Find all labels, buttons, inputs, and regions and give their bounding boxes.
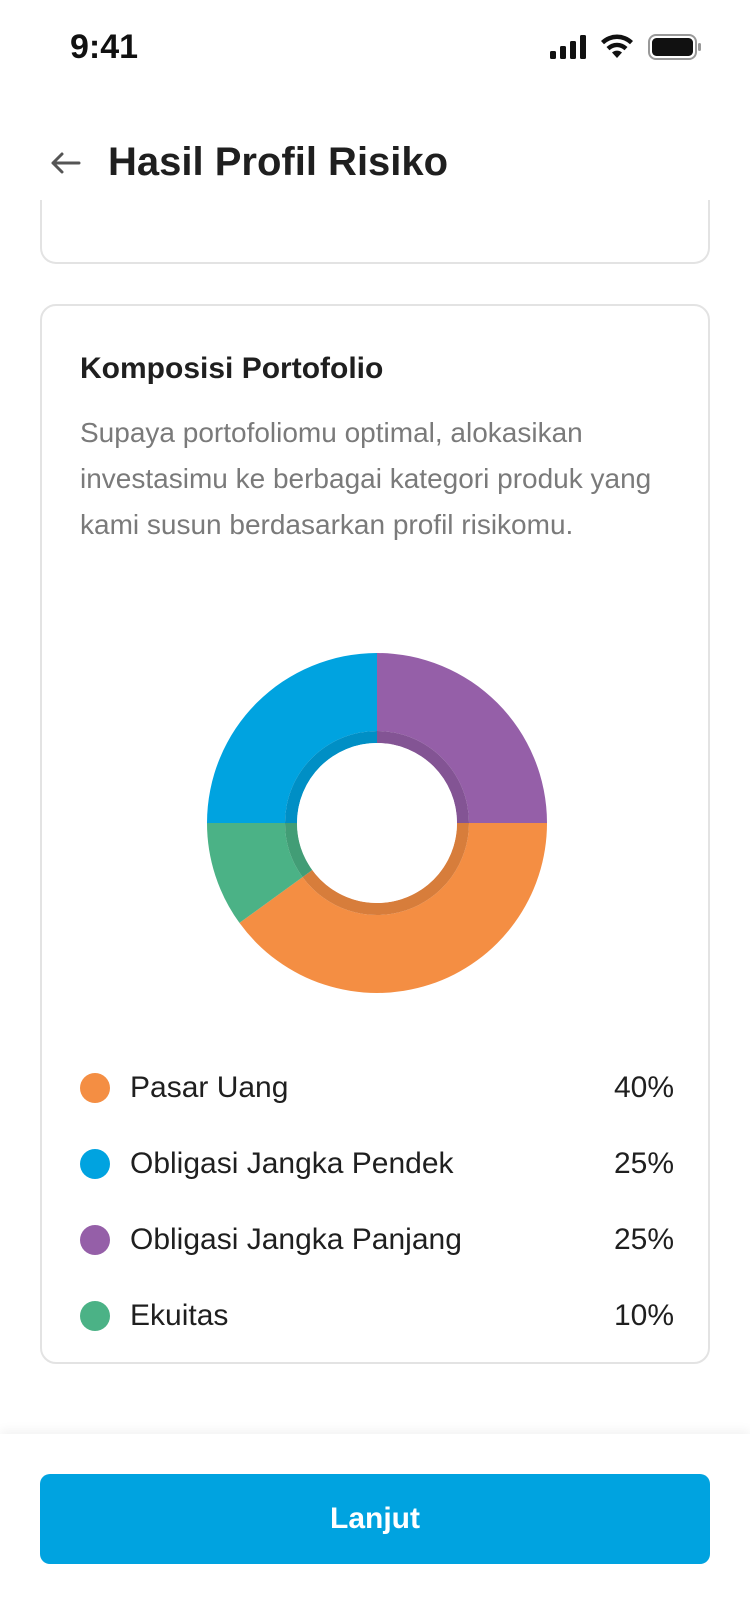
legend-item: Pasar Uang 40% <box>80 1050 674 1126</box>
page-title: Hasil Profil Risiko <box>108 140 449 184</box>
arrow-left-icon <box>49 151 81 180</box>
legend-label: Obligasi Jangka Panjang <box>130 1223 462 1256</box>
bottom-bar: Lanjut <box>0 1434 750 1624</box>
legend-label: Ekuitas <box>130 1299 229 1332</box>
back-button[interactable] <box>40 140 90 190</box>
legend-value: 25% <box>613 1223 674 1256</box>
donut-chart-svg <box>207 653 547 993</box>
legend-dot-pasar-uang <box>80 1073 110 1103</box>
legend-item: Obligasi Jangka Panjang 25% <box>80 1202 674 1278</box>
card-title: Komposisi Portofolio <box>80 352 384 385</box>
legend-dot-ekuitas <box>80 1301 110 1331</box>
status-time: 9:41 <box>70 28 139 66</box>
previous-card <box>40 200 710 264</box>
card-description: Supaya portofoliomu optimal, alokasikan … <box>80 417 652 540</box>
donut-chart <box>202 648 552 998</box>
chart-legend: Pasar Uang 40% Obligasi Jangka Pendek 25… <box>80 1050 674 1354</box>
wifi-icon <box>600 34 634 65</box>
legend-label: Pasar Uang <box>130 1071 289 1104</box>
battery-icon <box>648 34 702 65</box>
donut-hole <box>297 743 457 903</box>
portfolio-card: Komposisi Portofolio Supaya portofoliomu… <box>40 304 710 1364</box>
legend-dot-obligasi-jangka-pendek <box>80 1149 110 1179</box>
status-icons <box>550 34 702 65</box>
header: Hasil Profil Risiko <box>0 120 750 210</box>
legend-value: 25% <box>613 1147 674 1180</box>
legend-dot-obligasi-jangka-panjang <box>80 1225 110 1255</box>
signal-icon <box>550 35 586 64</box>
legend-item: Ekuitas 10% <box>80 1278 674 1354</box>
legend-value: 40% <box>613 1071 674 1104</box>
legend-label: Obligasi Jangka Pendek <box>130 1147 454 1180</box>
legend-value: 10% <box>613 1299 674 1332</box>
legend-item: Obligasi Jangka Pendek 25% <box>80 1126 674 1202</box>
status-bar: 9:41 <box>0 0 750 100</box>
continue-button[interactable]: Lanjut <box>40 1474 710 1564</box>
